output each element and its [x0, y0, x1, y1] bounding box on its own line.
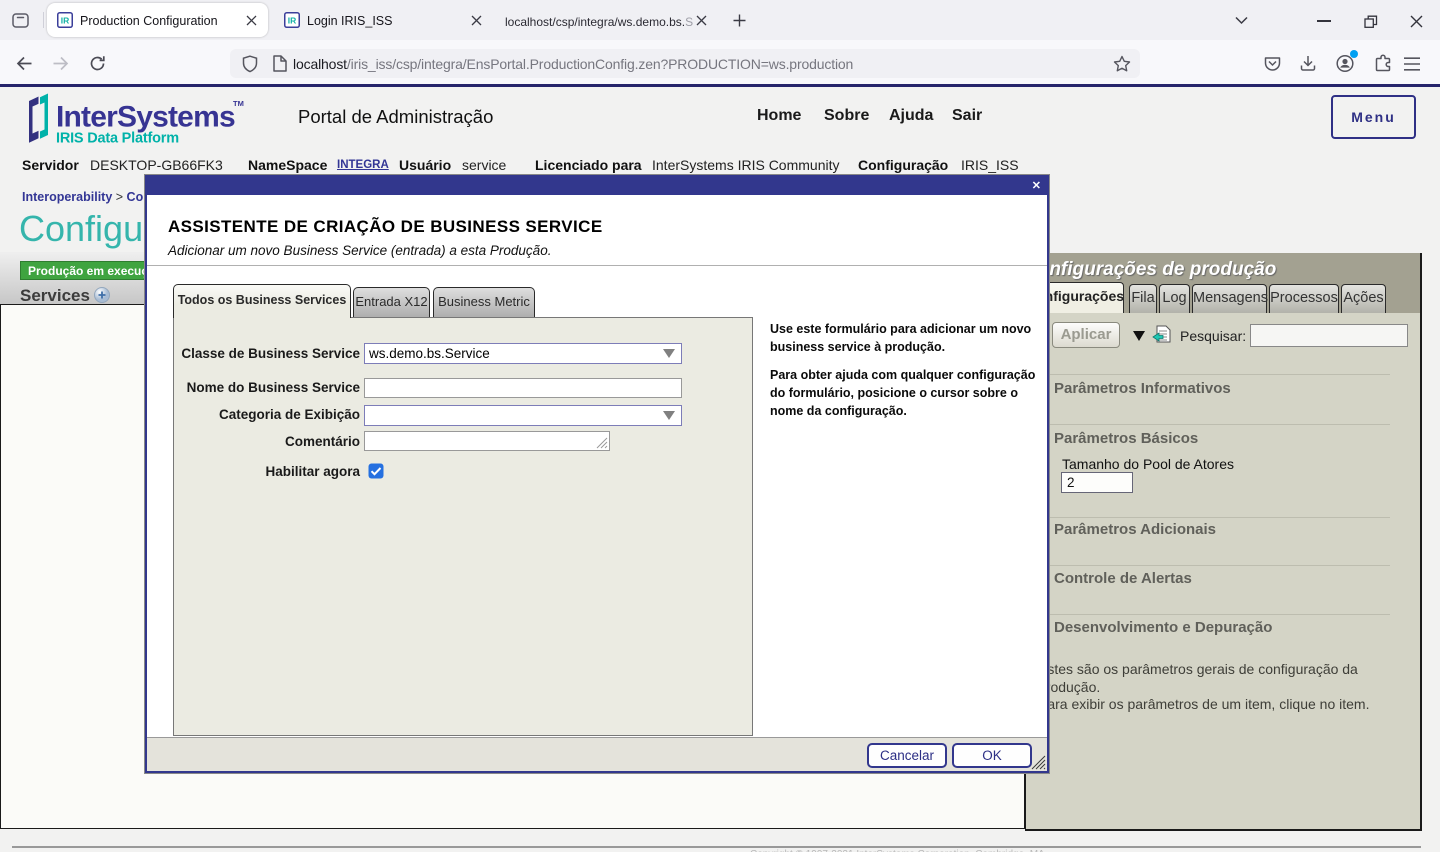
svg-text:IR: IR	[61, 16, 70, 26]
svg-text:IRIS Data Platform: IRIS Data Platform	[56, 131, 179, 146]
svg-text:InterSystems: InterSystems	[56, 101, 235, 134]
svg-text:TM: TM	[233, 99, 244, 108]
svg-text:IR: IR	[288, 16, 297, 26]
